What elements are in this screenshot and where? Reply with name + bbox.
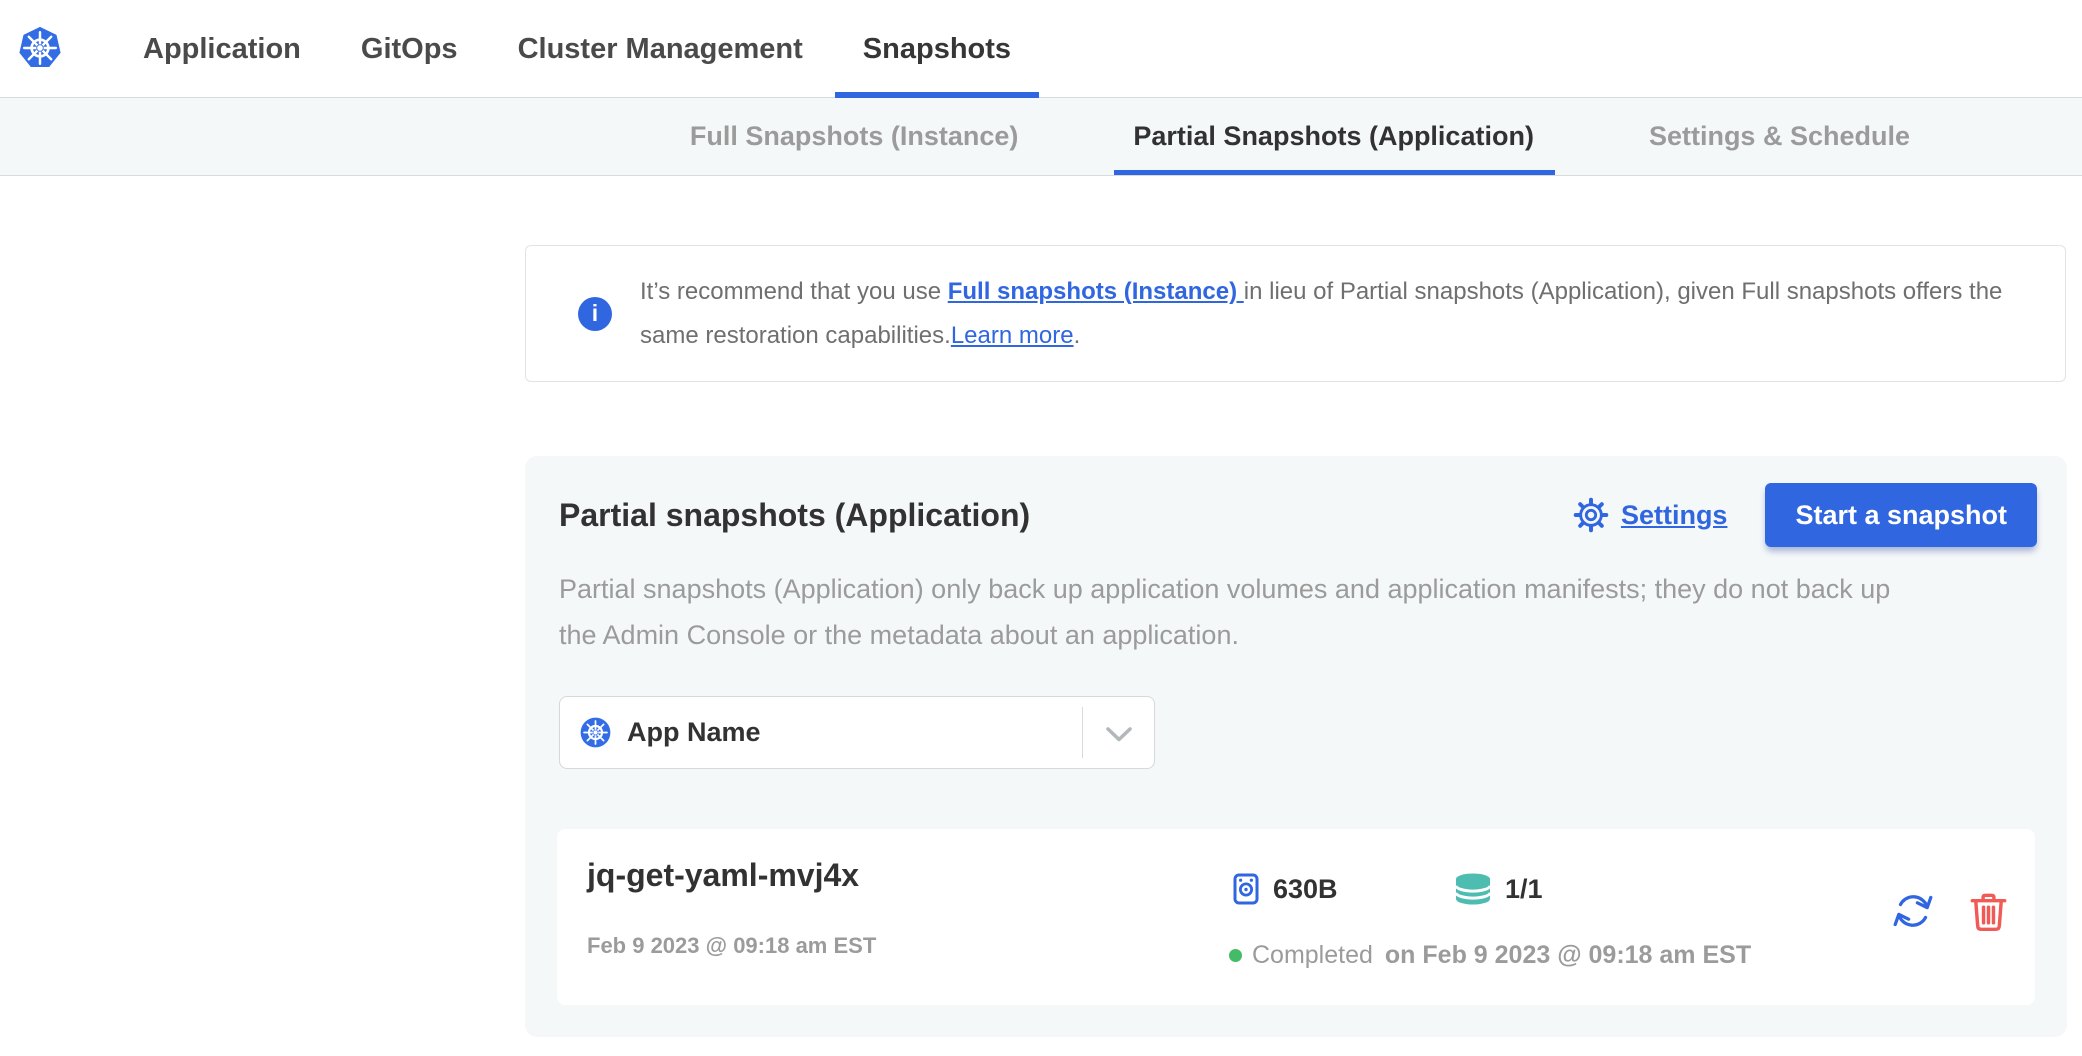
snapshots-page: Application GitOps Cluster Management Sn… (0, 0, 2082, 1056)
tab-partial-snapshots[interactable]: Partial Snapshots (Application) (1133, 98, 1534, 175)
delete-snapshot-button[interactable] (1970, 891, 2007, 935)
nav-item-application[interactable]: Application (143, 0, 301, 98)
start-snapshot-button[interactable]: Start a snapshot (1765, 483, 2037, 547)
tab-full-snapshots[interactable]: Full Snapshots (Instance) (690, 98, 1019, 175)
app-select-value: App Name (627, 717, 761, 748)
restore-icon (1891, 889, 1935, 933)
status-dot (1229, 949, 1242, 962)
snapshot-size: 630B (1233, 873, 1338, 905)
info-text-period: . (1074, 322, 1081, 349)
snapshot-size-value: 630B (1273, 874, 1338, 905)
learn-more-link[interactable]: Learn more (951, 322, 1074, 349)
settings-label: Settings (1621, 500, 1728, 531)
nav-item-cluster-management[interactable]: Cluster Management (518, 0, 803, 98)
info-text-rest: in lieu of Partial snapshots (Applicatio… (1244, 278, 2003, 305)
database-icon (1455, 873, 1491, 905)
panel-header: Partial snapshots (Application) Settings… (559, 483, 2037, 547)
app-name-select[interactable]: App Name (559, 696, 1155, 769)
panel-description-line1: Partial snapshots (Application) only bac… (559, 566, 1890, 612)
top-header: Application GitOps Cluster Management Sn… (0, 0, 2082, 98)
snapshot-name: jq-get-yaml-mvj4x (587, 857, 859, 894)
select-divider (1082, 707, 1083, 758)
nav-item-snapshots[interactable]: Snapshots (863, 0, 1011, 98)
nav-item-gitops[interactable]: GitOps (361, 0, 458, 98)
main-nav: Application GitOps Cluster Management Sn… (143, 0, 1011, 98)
panel-description: Partial snapshots (Application) only bac… (559, 566, 1890, 658)
info-text-before: It’s recommend that you use (640, 278, 948, 305)
snapshot-volumes-value: 1/1 (1505, 874, 1543, 905)
snapshot-volumes: 1/1 (1455, 873, 1543, 905)
info-banner-line1: It’s recommend that you use Full snapsho… (640, 270, 2002, 314)
info-text-line2: same restoration capabilities. (640, 322, 951, 349)
gear-icon (1573, 497, 1609, 533)
snapshots-subnav: Full Snapshots (Instance) Partial Snapsh… (0, 98, 2082, 176)
kubernetes-logo-icon (18, 23, 62, 73)
tab-settings-schedule[interactable]: Settings & Schedule (1649, 98, 1910, 175)
snapshot-status: Completed on Feb 9 2023 @ 09:18 am EST (1229, 941, 1751, 970)
panel-description-line2: the Admin Console or the metadata about … (559, 612, 1890, 658)
settings-link[interactable]: Settings (1573, 497, 1728, 533)
trash-icon (1970, 891, 2007, 932)
snapshot-row: jq-get-yaml-mvj4x Feb 9 2023 @ 09:18 am … (557, 829, 2035, 1005)
snapshot-created-date: Feb 9 2023 @ 09:18 am EST (587, 933, 876, 959)
restore-snapshot-button[interactable] (1891, 889, 1935, 936)
info-icon: i (578, 297, 612, 331)
info-banner: i It’s recommend that you use Full snaps… (525, 245, 2066, 382)
status-label: Completed (1252, 941, 1373, 970)
info-banner-text: It’s recommend that you use Full snapsho… (640, 270, 2002, 358)
panel-title: Partial snapshots (Application) (559, 497, 1030, 534)
disk-icon (1233, 873, 1259, 905)
chevron-down-icon[interactable] (1105, 726, 1133, 743)
status-finished-time: on Feb 9 2023 @ 09:18 am EST (1385, 941, 1751, 970)
partial-snapshots-panel: Partial snapshots (Application) Settings… (525, 456, 2067, 1037)
info-banner-line2: same restoration capabilities.Learn more… (640, 314, 2002, 358)
kubernetes-icon (580, 717, 611, 748)
full-snapshots-link[interactable]: Full snapshots (Instance) (948, 278, 1244, 305)
